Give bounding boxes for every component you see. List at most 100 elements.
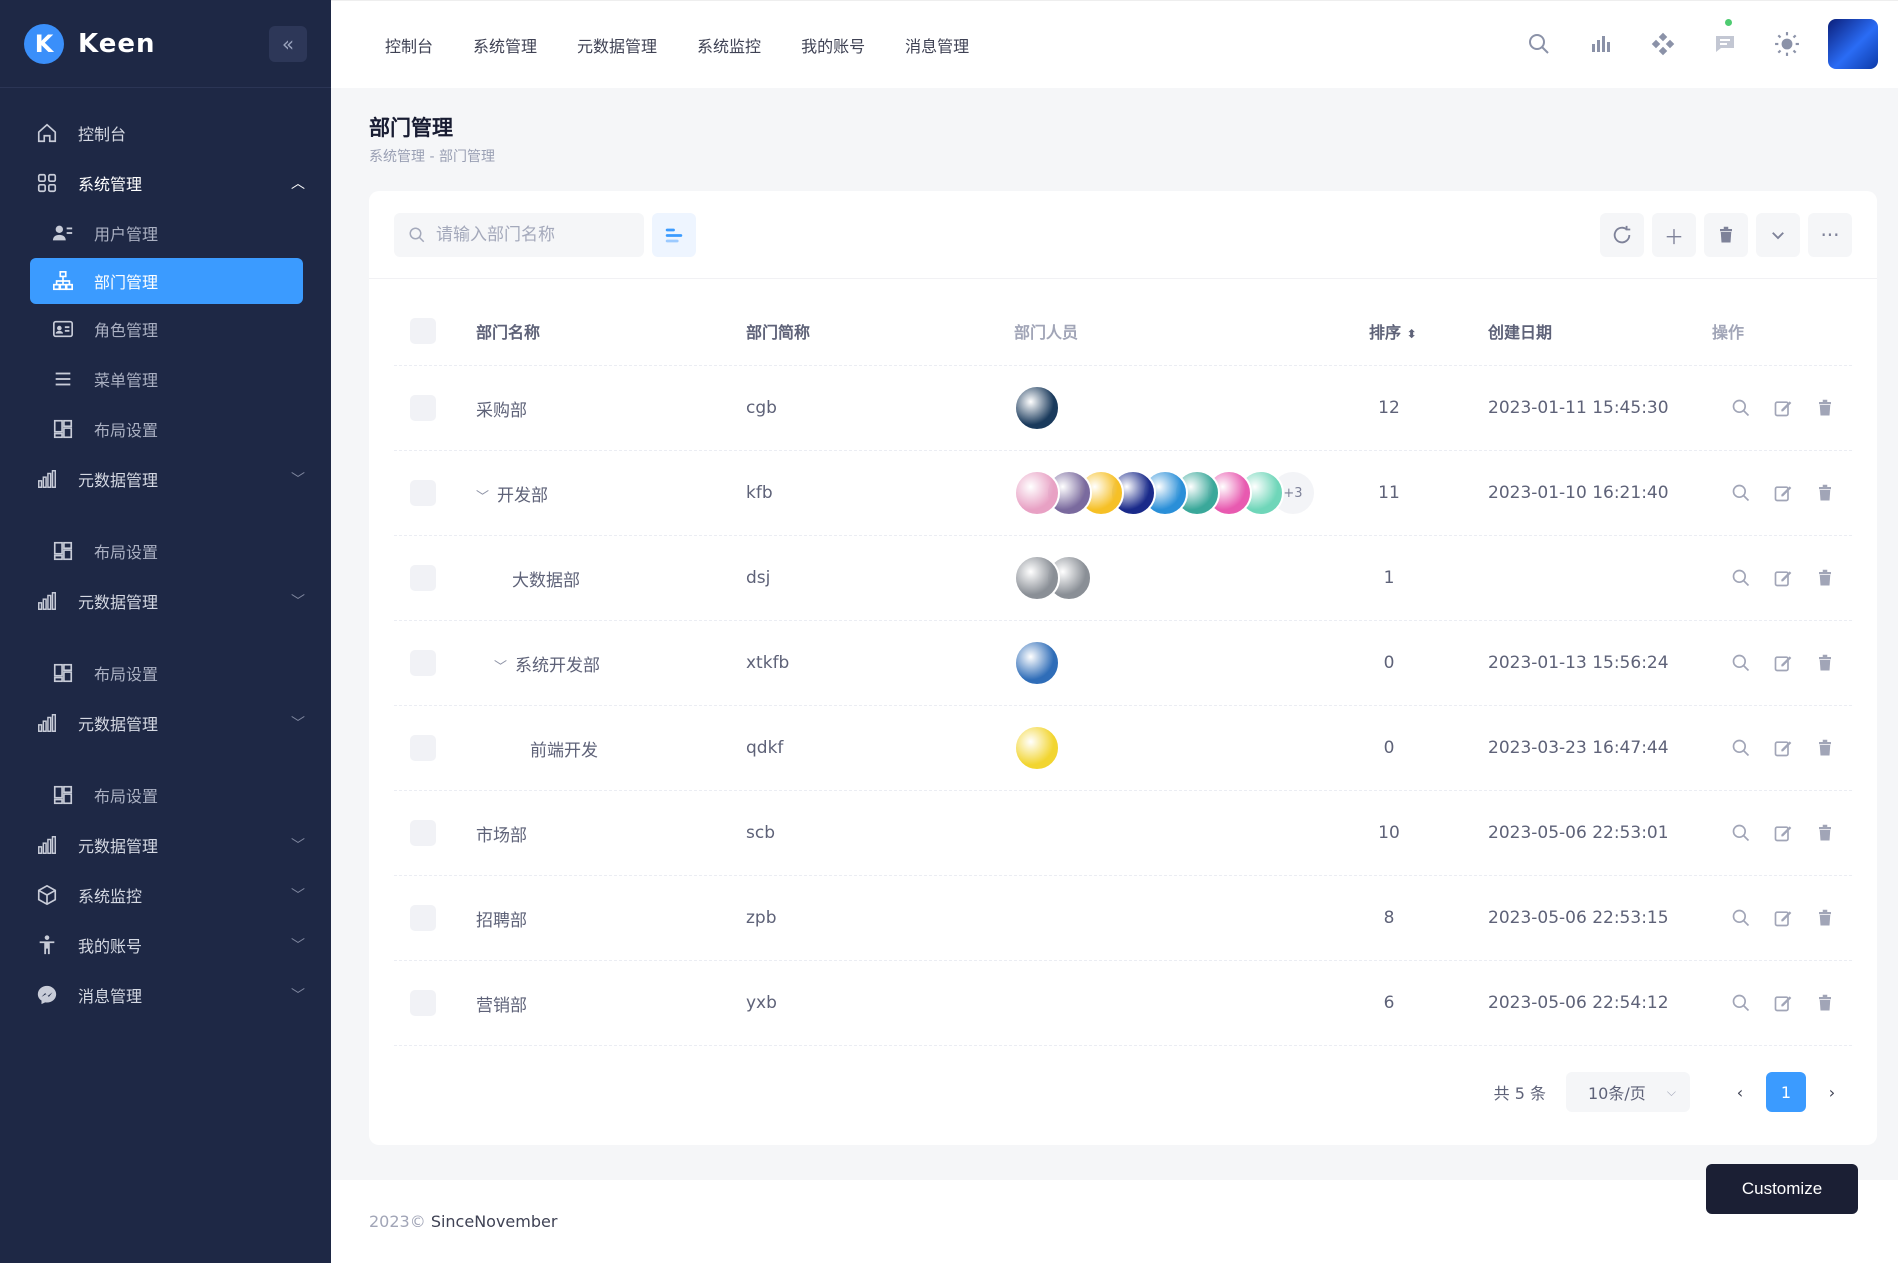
view-button[interactable] [1720,475,1762,511]
filter-button[interactable] [652,213,696,257]
view-button[interactable] [1720,645,1762,681]
member-avatar[interactable] [1014,385,1060,431]
delete-row-button[interactable] [1804,985,1846,1021]
edit-button[interactable] [1762,390,1804,426]
department-search-input[interactable] [436,225,626,245]
table-row[interactable]: 营销部 yxb 6 2023-05-06 22:54:12 [394,961,1852,1046]
edit-button[interactable] [1762,645,1804,681]
top-nav-item-4[interactable]: 我的账号 [801,33,865,57]
sidebar-item-6[interactable]: 布局设置 [0,404,331,454]
chevron-down-icon [1772,232,1784,240]
sidebar-item-10[interactable]: 布局设置 [0,648,331,698]
brand-logo[interactable]: K [24,23,64,64]
delete-row-button[interactable] [1804,645,1846,681]
chevron-down-icon: ﹀ [291,988,305,1004]
delete-row-button[interactable] [1804,475,1846,511]
row-checkbox[interactable] [410,565,436,591]
edit-button[interactable] [1762,900,1804,936]
row-checkbox[interactable] [410,480,436,506]
cell-sort: 0 [1383,653,1395,673]
sidebar-item-3[interactable]: 部门管理 [30,258,303,304]
delete-row-button[interactable] [1804,730,1846,766]
top-nav-item-3[interactable]: 系统监控 [697,33,761,57]
delete-row-button[interactable] [1804,560,1846,596]
table-row[interactable]: 市场部 scb 10 2023-05-06 22:53:01 [394,791,1852,876]
edit-button[interactable] [1762,730,1804,766]
sidebar-item-16[interactable]: 消息管理 ﹀ [0,970,331,1020]
theme-toggle-button[interactable] [1762,19,1812,69]
sidebar-item-5[interactable]: 菜单管理 [0,354,331,404]
table-row[interactable]: 前端开发 qdkf 0 2023-03-23 16:47:44 [394,706,1852,791]
tree-expand-chevron-icon[interactable]: ﹀ [476,486,489,505]
member-avatar[interactable] [1014,640,1060,686]
prev-page-button[interactable]: ‹ [1720,1072,1760,1112]
next-page-button[interactable]: › [1812,1072,1852,1112]
sidebar-item-12[interactable]: 布局设置 [0,770,331,820]
view-button[interactable] [1720,815,1762,851]
view-button[interactable] [1720,985,1762,1021]
brand-name[interactable]: Keen [78,29,155,59]
member-avatar[interactable] [1014,725,1060,771]
sidebar-item-8[interactable]: 布局设置 [0,526,331,576]
messages-button[interactable] [1700,19,1750,69]
table-row[interactable]: ﹀ 开发部 kfb +3 11 2023-01-10 16:21:40 [394,451,1852,536]
tree-expand-chevron-icon[interactable]: ﹀ [494,656,507,675]
sidebar-item-0[interactable]: 控制台 [0,108,331,158]
sidebar-item-4[interactable]: 角色管理 [0,304,331,354]
user-avatar[interactable] [1828,19,1878,69]
expand-button[interactable] [1756,213,1800,257]
table-row[interactable]: 采购部 cgb 12 2023-01-11 15:45:30 [394,366,1852,451]
top-nav-item-2[interactable]: 元数据管理 [577,33,657,57]
view-button[interactable] [1720,390,1762,426]
member-avatar[interactable] [1014,555,1060,601]
delete-row-button[interactable] [1804,900,1846,936]
row-checkbox[interactable] [410,735,436,761]
page-size-select[interactable]: 10条/页 ⌵ [1566,1072,1690,1112]
sidebar-item-1[interactable]: 系统管理 ︿ [0,158,331,208]
footer-brand-link[interactable]: SinceNovember [431,1212,558,1231]
sidebar-item-7[interactable]: 元数据管理 ﹀ [0,454,331,504]
top-nav-item-1[interactable]: 系统管理 [473,33,537,57]
table-row[interactable]: 大数据部 dsj 1 [394,536,1852,621]
member-avatar[interactable] [1014,470,1060,516]
top-header: 控制台 系统管理 元数据管理 系统监控 我的账号 消息管理 [331,0,1898,88]
refresh-button[interactable] [1600,213,1644,257]
edit-button[interactable] [1762,475,1804,511]
row-checkbox[interactable] [410,820,436,846]
table-row[interactable]: 招聘部 zpb 8 2023-05-06 22:53:15 [394,876,1852,961]
top-nav-item-5[interactable]: 消息管理 [905,33,969,57]
edit-button[interactable] [1762,985,1804,1021]
customize-button[interactable]: Customize [1706,1164,1858,1214]
view-button[interactable] [1720,900,1762,936]
header-sort[interactable]: 排序 ⬍ [1369,319,1439,343]
search-button[interactable] [1514,19,1564,69]
delete-button[interactable] [1704,213,1748,257]
row-checkbox[interactable] [410,990,436,1016]
delete-row-button[interactable] [1804,390,1846,426]
sidebar-item-13[interactable]: 元数据管理 ﹀ [0,820,331,870]
top-nav-item-0[interactable]: 控制台 [385,33,433,57]
apps-button[interactable] [1638,19,1688,69]
add-button[interactable]: ＋ [1652,213,1696,257]
edit-button[interactable] [1762,560,1804,596]
sidebar-item-11[interactable]: 元数据管理 ﹀ [0,698,331,748]
collapse-sidebar-button[interactable]: « [269,26,307,62]
stats-button[interactable] [1576,19,1626,69]
bar-chart-icon [34,466,60,492]
page-number-button[interactable]: 1 [1766,1072,1806,1112]
delete-row-button[interactable] [1804,815,1846,851]
row-checkbox[interactable] [410,905,436,931]
more-button[interactable]: ··· [1808,213,1852,257]
sidebar-item-9[interactable]: 元数据管理 ﹀ [0,576,331,626]
view-button[interactable] [1720,560,1762,596]
select-all-checkbox[interactable] [410,317,436,344]
row-checkbox[interactable] [410,395,436,421]
edit-button[interactable] [1762,815,1804,851]
sidebar-item-14[interactable]: 系统监控 ﹀ [0,870,331,920]
cell-sort: 11 [1378,483,1400,503]
table-row[interactable]: ﹀ 系统开发部 xtkfb 0 2023-01-13 15:56:24 [394,621,1852,706]
sidebar-item-2[interactable]: 用户管理 [0,208,331,258]
sidebar-item-15[interactable]: 我的账号 ﹀ [0,920,331,970]
view-button[interactable] [1720,730,1762,766]
row-checkbox[interactable] [410,650,436,676]
